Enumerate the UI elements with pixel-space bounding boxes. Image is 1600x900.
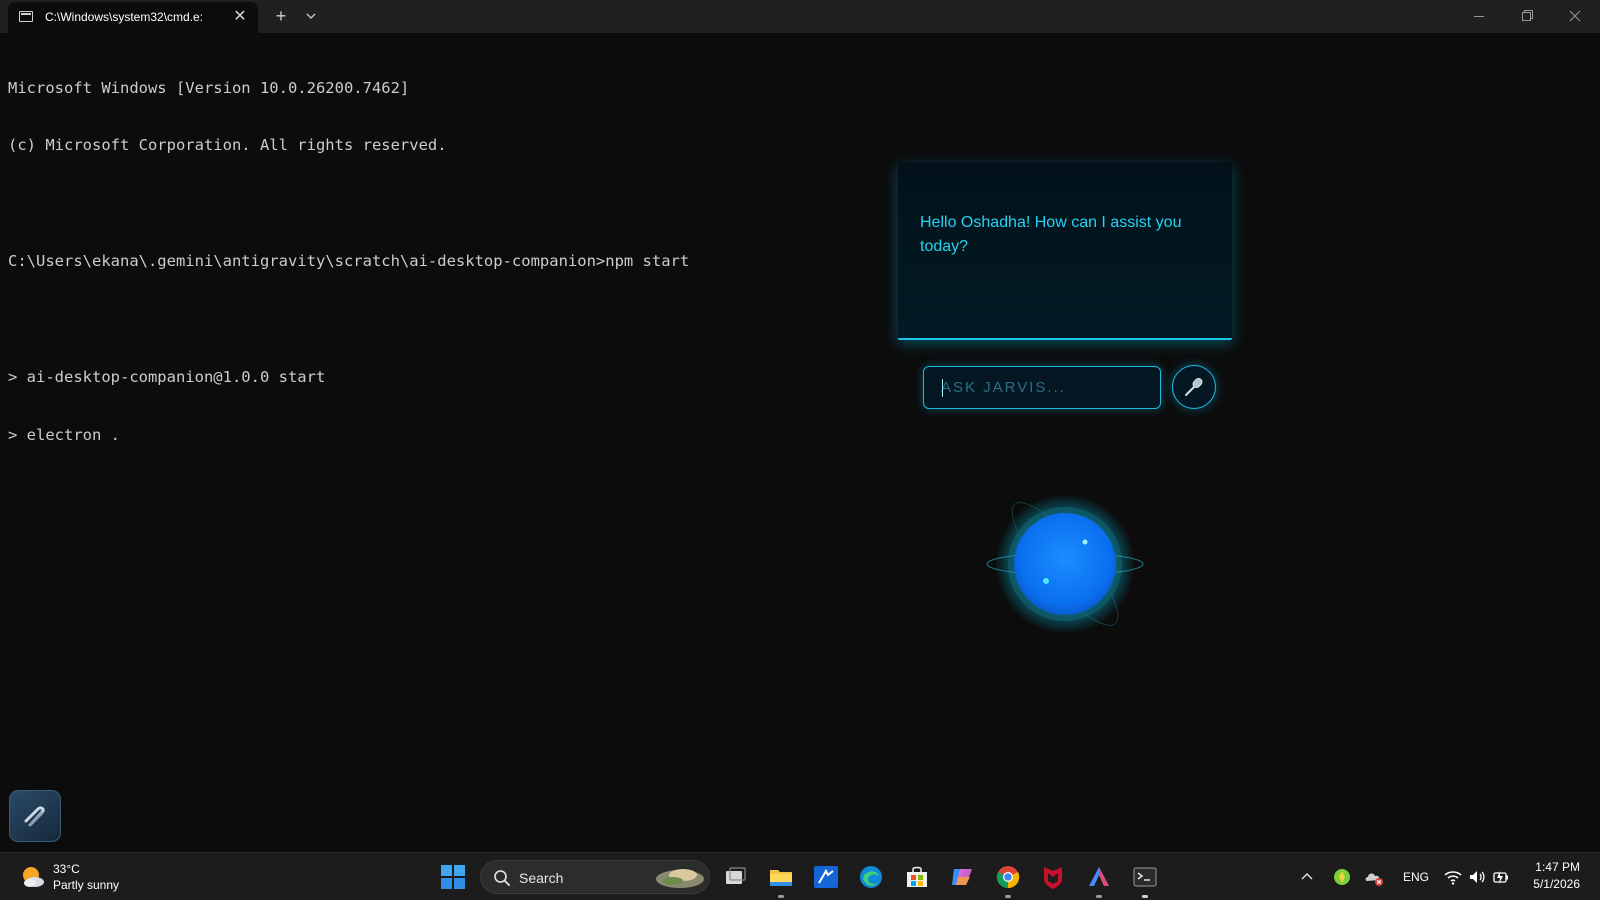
weather-temperature: 33°C: [53, 862, 80, 876]
terminal-tab-icon: [19, 11, 33, 22]
green-status-icon[interactable]: [1332, 867, 1352, 887]
terminal-output[interactable]: Microsoft Windows [Version 10.0.26200.74…: [8, 40, 868, 484]
close-window-button[interactable]: [1552, 0, 1598, 33]
orb-graphic: [986, 494, 1144, 634]
terminal-line: > ai-desktop-companion@1.0.0 start: [8, 368, 326, 387]
show-hidden-icons-chevron[interactable]: [1300, 869, 1314, 883]
terminal-line: > electron .: [8, 425, 120, 444]
terminal-line: (c) Microsoft Corporation. All rights re…: [8, 136, 447, 155]
file-explorer-icon[interactable]: [767, 863, 795, 891]
maximize-icon: [1522, 10, 1533, 21]
taskbar-search[interactable]: Search: [480, 860, 710, 894]
tab-close-button[interactable]: ✕: [229, 6, 251, 28]
onedrive-error-icon[interactable]: [1364, 867, 1384, 887]
terminal-tab[interactable]: C:\Windows\system32\cmd.e: ✕: [8, 2, 258, 33]
new-tab-button[interactable]: +: [270, 5, 292, 27]
terminal-line: C:\Users\ekana\.gemini\antigravity\scrat…: [8, 252, 690, 271]
terminal-icon[interactable]: [1131, 863, 1159, 891]
ask-input-container: [923, 366, 1161, 409]
partly-sunny-icon: [23, 867, 44, 887]
minimize-icon: [1474, 16, 1484, 17]
windows-start-icon[interactable]: [440, 864, 466, 890]
running-indicator: [1005, 895, 1011, 898]
terminal-line: Microsoft Windows [Version 10.0.26200.74…: [8, 78, 410, 97]
weather-widget[interactable]: 33°C Partly sunny: [20, 860, 140, 894]
desktop-app-shortcut[interactable]: [9, 790, 61, 842]
volume-icon[interactable]: [1467, 867, 1487, 887]
tab-title: C:\Windows\system32\cmd.e:: [45, 10, 204, 24]
active-indicator: [1142, 895, 1148, 898]
assistant-chat-panel: Hello Oshadha! How can I assist you toda…: [898, 162, 1232, 340]
language-indicator[interactable]: ENG: [1403, 870, 1429, 884]
taskbar: 33°C Partly sunny Search ENG 1:47 PM 5/1…: [0, 852, 1600, 900]
text-cursor: [942, 379, 943, 397]
antigravity-icon[interactable]: [1085, 863, 1113, 891]
microphone-icon: [1185, 378, 1203, 396]
clock-date[interactable]: 5/1/2026: [1520, 877, 1580, 891]
battery-icon[interactable]: [1491, 867, 1511, 887]
mcafee-icon[interactable]: [1039, 863, 1067, 891]
store-icon[interactable]: [903, 863, 931, 891]
search-icon: [494, 870, 510, 886]
microphone-button[interactable]: [1172, 365, 1216, 409]
tab-dropdown-button[interactable]: [302, 7, 320, 25]
minimize-button[interactable]: [1456, 0, 1502, 33]
edge-icon[interactable]: [857, 863, 885, 891]
assistant-message: Hello Oshadha! How can I assist you toda…: [920, 214, 1182, 255]
chevron-down-icon: [306, 13, 316, 19]
app-logo-icon: [24, 806, 45, 827]
assistant-orb[interactable]: [980, 490, 1150, 640]
editor-app-icon[interactable]: [812, 863, 840, 891]
copilot-icon[interactable]: [948, 863, 976, 891]
search-highlight-icon: [656, 869, 704, 888]
running-indicator: [1096, 895, 1102, 898]
desktop-screen: C:\Windows\system32\cmd.e: ✕ + Microsoft…: [0, 0, 1600, 900]
ask-jarvis-input[interactable]: [924, 367, 1160, 408]
terminal-title-bar: C:\Windows\system32\cmd.e: ✕ +: [0, 0, 1600, 33]
clock-time[interactable]: 1:47 PM: [1530, 860, 1580, 874]
weather-description: Partly sunny: [53, 878, 120, 892]
wifi-icon[interactable]: [1443, 867, 1463, 887]
chrome-icon[interactable]: [994, 863, 1022, 891]
maximize-button[interactable]: [1504, 0, 1550, 33]
task-view-icon[interactable]: [721, 863, 749, 891]
search-label: Search: [519, 870, 564, 886]
running-indicator: [778, 895, 784, 898]
close-icon: [1569, 10, 1581, 22]
